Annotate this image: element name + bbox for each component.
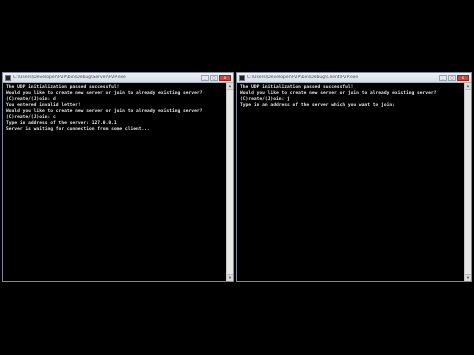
console-app-icon bbox=[5, 74, 11, 81]
scroll-down-icon[interactable]: ▼ bbox=[465, 274, 471, 281]
close-button[interactable]: x bbox=[219, 74, 231, 81]
console-output[interactable]: The UDP initialization passed successful… bbox=[237, 83, 464, 281]
console-app-icon bbox=[239, 74, 245, 81]
minimize-button[interactable]: _ bbox=[201, 74, 209, 81]
console-output[interactable]: The UDP initialization passed successful… bbox=[3, 83, 226, 281]
scroll-up-icon[interactable]: ▲ bbox=[465, 83, 471, 90]
vertical-scrollbar[interactable]: ▲ ▼ bbox=[464, 83, 471, 281]
close-button[interactable]: x bbox=[457, 74, 469, 81]
title-bar[interactable]: C:\Users\Developer\P2P\bin\Debug\Client\… bbox=[237, 73, 471, 83]
title-bar[interactable]: C:\Users\Developer\P2P\bin\Debug\Server\… bbox=[3, 73, 233, 83]
window-title: C:\Users\Developer\P2P\bin\Debug\Client\… bbox=[247, 75, 359, 80]
minimize-button[interactable]: _ bbox=[439, 74, 447, 81]
console-line: Type in an address of the server which y… bbox=[240, 103, 395, 108]
console-line: Server is waiting for connection from so… bbox=[6, 127, 150, 132]
console-window-server[interactable]: C:\Users\Developer\P2P\bin\Debug\Server\… bbox=[2, 72, 234, 282]
vertical-scrollbar[interactable]: ▲ ▼ bbox=[226, 83, 233, 281]
maximize-button[interactable]: □ bbox=[210, 74, 218, 81]
scroll-down-icon[interactable]: ▼ bbox=[227, 274, 233, 281]
console-window-client[interactable]: C:\Users\Developer\P2P\bin\Debug\Client\… bbox=[236, 72, 472, 282]
scroll-up-icon[interactable]: ▲ bbox=[227, 83, 233, 90]
window-title: C:\Users\Developer\P2P\bin\Debug\Server\… bbox=[13, 75, 126, 80]
maximize-button[interactable]: □ bbox=[448, 74, 456, 81]
